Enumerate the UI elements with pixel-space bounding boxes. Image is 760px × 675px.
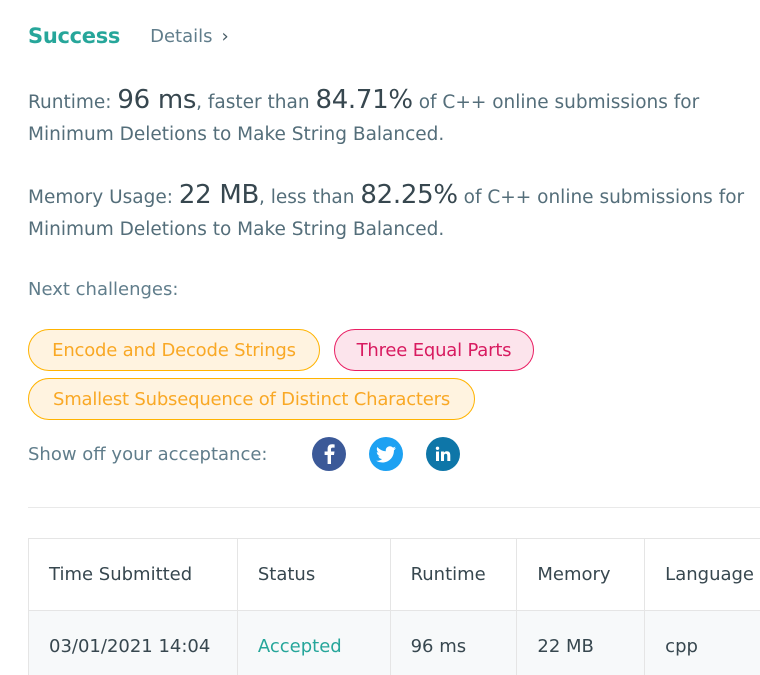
chevron-right-icon: › [221,25,229,47]
cell-runtime: 96 ms [389,610,518,675]
column-header-memory[interactable]: Memory [516,538,646,611]
result-status-title: Success [28,24,121,48]
runtime-comparison: , faster than [196,92,310,113]
runtime-label: Runtime: [28,92,112,113]
details-label: Details [150,25,213,47]
table-row: 03/01/2021 14:04 Accepted 96 ms 22 MB cp… [28,610,760,675]
runtime-percent: 84.71% [315,85,413,115]
column-header-status[interactable]: Status [236,538,391,611]
twitter-glyph [376,445,396,462]
section-divider [28,507,760,508]
twitter-icon[interactable] [369,437,403,471]
submissions-table: Time Submitted Status Runtime Memory Lan… [28,538,760,675]
cell-status-link[interactable]: Accepted [236,610,391,675]
facebook-icon[interactable] [312,437,346,471]
runtime-stat: Runtime: 96 ms, faster than 84.71% of C+… [28,84,752,151]
memory-comparison: , less than [259,187,355,208]
challenge-chip-three-equal-parts[interactable]: Three Equal Parts [334,329,534,371]
challenge-chip-smallest-subsequence[interactable]: Smallest Subsequence of Distinct Charact… [28,378,475,420]
next-challenges-label: Next challenges: [28,279,179,300]
linkedin-glyph [435,446,451,461]
submission-result-page: Success Details › Runtime: 96 ms, faster… [0,0,760,675]
memory-stat: Memory Usage: 22 MB, less than 82.25% of… [28,179,752,246]
table-header-row: Time Submitted Status Runtime Memory Lan… [28,538,760,611]
memory-value: 22 MB [178,180,260,210]
memory-label: Memory Usage: [28,187,173,208]
share-label: Show off your acceptance: [28,444,268,465]
challenge-chip-encode-decode-strings[interactable]: Encode and Decode Strings [28,329,320,371]
cell-memory: 22 MB [516,610,646,675]
result-header: Success Details › [28,24,229,48]
memory-percent: 82.25% [360,180,458,210]
runtime-value: 96 ms [117,85,197,115]
linkedin-icon[interactable] [426,437,460,471]
column-header-language[interactable]: Language [644,538,760,611]
column-header-time-submitted[interactable]: Time Submitted [28,538,238,611]
cell-time-submitted: 03/01/2021 14:04 [28,610,238,675]
cell-language: cpp [644,610,760,675]
details-link[interactable]: Details › [150,26,229,47]
facebook-glyph [324,444,335,464]
column-header-runtime[interactable]: Runtime [389,538,518,611]
